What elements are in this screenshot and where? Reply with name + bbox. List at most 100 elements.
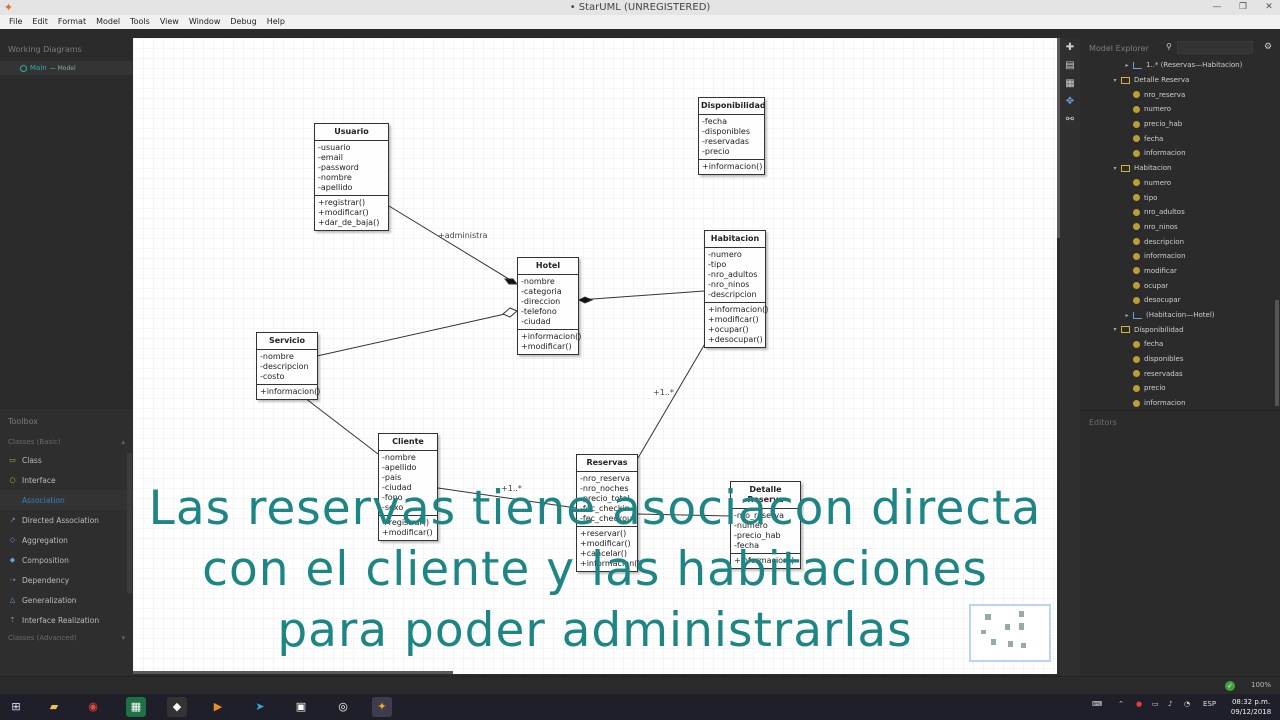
staruml-taskbar-icon[interactable]: ✦ [372, 697, 392, 717]
class-hotel[interactable]: Hotel -nombre -categoria -direccion -tel… [517, 257, 581, 355]
tree-item-member[interactable]: numero [1080, 102, 1280, 117]
generalization-icon: △ [9, 595, 16, 604]
navigator-icon[interactable]: ✥ [1064, 96, 1076, 108]
tree-item-member[interactable]: informacion [1080, 146, 1280, 161]
tree-item-association[interactable]: ▸ 1..* (Reservas—Habitacion) [1080, 58, 1280, 73]
directed-association-icon: ↗ [9, 515, 16, 524]
network-icon[interactable]: ▭ [1152, 700, 1159, 708]
tool-label: Interface [22, 475, 56, 485]
explorer-scrollbar[interactable] [1275, 300, 1279, 406]
maximize-icon[interactable]: ❐ [1236, 0, 1250, 15]
editors-icon[interactable]: ▦ [1064, 78, 1076, 90]
tree-item-member[interactable]: modificar [1080, 264, 1280, 279]
association-icon [8, 496, 17, 505]
tool-directed-association[interactable]: ↗ Directed Association [0, 510, 133, 530]
toolbox-scrollbar[interactable] [127, 453, 132, 593]
telegram-icon[interactable]: ➤ [250, 697, 270, 717]
tree-item-member[interactable]: nro_ninos [1080, 220, 1280, 235]
class-habitacion[interactable]: Habitacion -numero -tipo -nro_adultos -n… [704, 230, 768, 348]
share-icon[interactable]: ⚯ [1064, 114, 1076, 126]
excel-icon[interactable]: ▦ [126, 697, 146, 717]
menu-debug[interactable]: Debug [225, 15, 261, 29]
tree-item-class[interactable]: ▾ Habitacion [1080, 161, 1280, 176]
tree-item-member[interactable]: ocupar [1080, 278, 1280, 293]
tool-label: Composition [22, 555, 69, 565]
antivirus-icon[interactable]: ● [1136, 700, 1142, 708]
expand-right-icon[interactable]: ▸ [1123, 312, 1131, 319]
file-explorer-icon[interactable]: ▰ [44, 697, 64, 717]
tree-item-association[interactable]: ▸ (Habitacion—Hotel) [1080, 308, 1280, 323]
diagram-minimap[interactable] [969, 604, 1051, 662]
attribute: -nombre [318, 173, 352, 182]
volume-icon[interactable]: ♪ [1168, 700, 1172, 708]
tray-chevron-icon[interactable]: ⌃ [1118, 700, 1124, 708]
tree-item-member[interactable]: informacion [1080, 396, 1280, 411]
tool-aggregation[interactable]: ◇ Aggregation [0, 530, 133, 550]
tool-interface-realization[interactable]: ⇡ Interface Realization [0, 610, 133, 630]
class-usuario[interactable]: Usuario -usuario -email -password -nombr… [314, 123, 389, 231]
minimize-icon[interactable]: — [1210, 0, 1224, 15]
windows-start-icon[interactable]: ⊞ [6, 697, 26, 717]
clock-date: 09/12/2018 [1230, 708, 1272, 716]
menu-help[interactable]: Help [262, 15, 290, 29]
class-disponibilidad[interactable]: Disponibilidad -fecha -disponibles -rese… [698, 97, 766, 175]
expand-down-icon[interactable]: ▾ [1111, 165, 1119, 172]
tool-dependency[interactable]: ⇢ Dependency [0, 570, 133, 590]
app-window-icon[interactable]: ▣ [291, 697, 311, 717]
tree-item-class[interactable]: ▾ Disponibilidad [1080, 322, 1280, 337]
tree-item-member[interactable]: descripcion [1080, 234, 1280, 249]
tree-item-member[interactable]: numero [1080, 176, 1280, 191]
tree-item-member[interactable]: reservadas [1080, 366, 1280, 381]
chrome-icon[interactable]: ◉ [83, 697, 103, 717]
menu-window[interactable]: Window [184, 15, 226, 29]
tree-item-member[interactable]: disponibles [1080, 352, 1280, 367]
taskbar-clock[interactable]: 08:32 p.m. 09/12/2018 [1224, 697, 1278, 717]
expand-down-icon[interactable]: ▾ [1111, 77, 1119, 84]
tree-item-member[interactable]: fecha [1080, 131, 1280, 146]
tree-item-member[interactable]: nro_reserva [1080, 87, 1280, 102]
gear-icon[interactable]: ⚙ [1264, 42, 1272, 52]
toolbox-group-basic[interactable]: Classes (Basic) ▴ [0, 434, 133, 450]
attribute: -direccion [521, 297, 561, 306]
language-indicator[interactable]: ESP [1203, 700, 1216, 708]
tool-interface[interactable]: ○ Interface [0, 470, 133, 490]
menu-view[interactable]: View [155, 15, 184, 29]
nox-icon[interactable]: ◆ [167, 697, 187, 717]
tree-item-member[interactable]: tipo [1080, 190, 1280, 205]
extensions-icon[interactable]: ✚ [1064, 42, 1076, 54]
tree-item-member[interactable]: desocupar [1080, 293, 1280, 308]
obs-icon[interactable]: ◎ [333, 697, 353, 717]
wifi-icon[interactable]: ◔ [1184, 700, 1190, 708]
expand-right-icon[interactable]: ▸ [1123, 62, 1131, 69]
attribute: -precio [702, 147, 730, 156]
canvas-horizontal-scrollbar[interactable] [133, 671, 453, 674]
media-player-icon[interactable]: ▶ [208, 697, 228, 717]
expand-down-icon[interactable]: ▾ [1111, 326, 1119, 333]
tree-item-class[interactable]: ▾ Detalle Reserva [1080, 73, 1280, 88]
close-icon[interactable]: ✕ [1262, 0, 1276, 15]
diagram-icon [20, 64, 27, 72]
menu-file[interactable]: File [4, 15, 27, 29]
menu-format[interactable]: Format [53, 15, 91, 29]
class-servicio[interactable]: Servicio -nombre -descripcion -costo +in… [256, 332, 320, 400]
validation-ok-icon[interactable]: ✓ [1225, 681, 1235, 691]
tree-item-member[interactable]: nro_adultos [1080, 205, 1280, 220]
attribute: -password [318, 163, 359, 172]
tree-item-member[interactable]: fecha [1080, 337, 1280, 352]
keyboard-icon[interactable]: ⌨ [1092, 700, 1102, 708]
tree-item-member[interactable]: informacion [1080, 249, 1280, 264]
tool-association[interactable]: Association [0, 490, 133, 510]
working-diagram-item-main[interactable]: Main — Model [0, 61, 133, 75]
tool-generalization[interactable]: △ Generalization [0, 590, 133, 610]
tree-item-label: reservadas [1144, 369, 1183, 378]
tree-item-member[interactable]: precio [1080, 381, 1280, 396]
model-explorer-icon[interactable]: ▤ [1064, 60, 1076, 72]
menu-edit[interactable]: Edit [27, 15, 53, 29]
menu-model[interactable]: Model [91, 15, 125, 29]
tree-item-member[interactable]: precio_hab [1080, 117, 1280, 132]
toolbox-group-advanced[interactable]: Classes (Advanced) ▾ [0, 630, 133, 646]
menu-tools[interactable]: Tools [125, 15, 155, 29]
model-search-input[interactable] [1177, 41, 1253, 54]
tool-class[interactable]: ▭ Class [0, 450, 133, 470]
tool-composition[interactable]: ◆ Composition [0, 550, 133, 570]
